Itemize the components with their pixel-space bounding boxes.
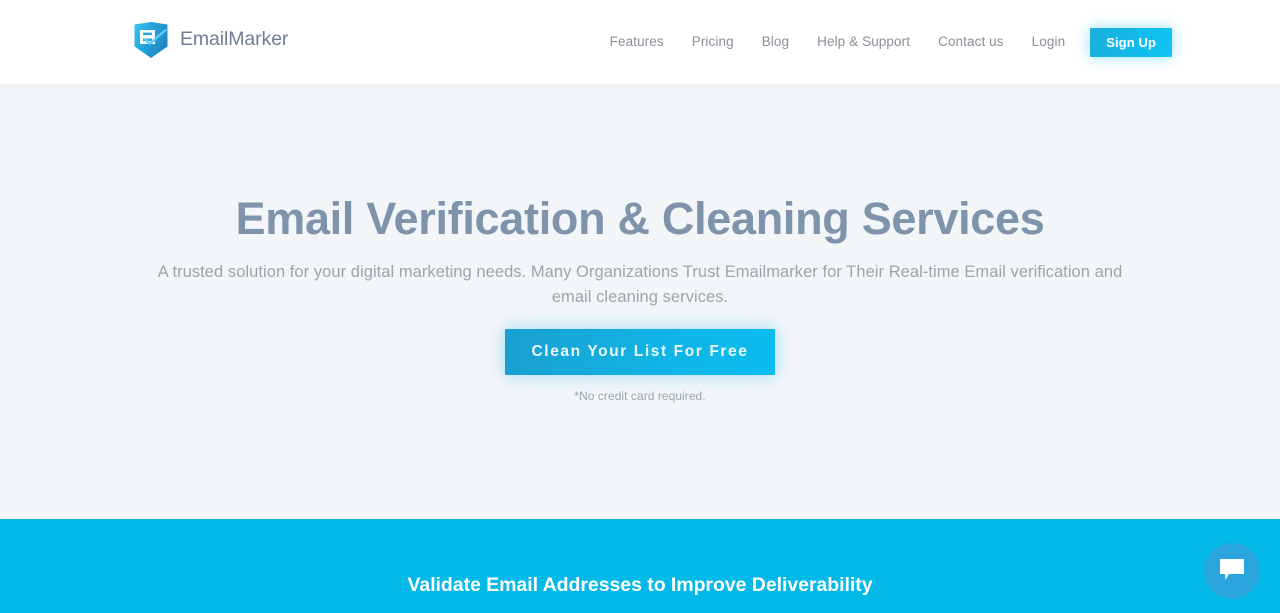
nav-item-help-support[interactable]: Help & Support bbox=[817, 35, 910, 49]
site-header: EmailMarker Features Pricing Blog Help &… bbox=[0, 0, 1280, 84]
hero-subtitle: A trusted solution for your digital mark… bbox=[157, 263, 1123, 306]
chat-widget-button[interactable] bbox=[1204, 543, 1260, 599]
hero-section: Email Verification & Cleaning Services A… bbox=[0, 84, 1280, 519]
sign-up-button[interactable]: Sign Up bbox=[1090, 27, 1172, 57]
deliverability-band: Validate Email Addresses to Improve Deli… bbox=[0, 519, 1280, 613]
band-title: Validate Email Addresses to Improve Deli… bbox=[407, 574, 873, 596]
cta-disclaimer: *No credit card required. bbox=[574, 389, 706, 403]
brand-name: EmailMarker bbox=[180, 27, 289, 50]
clean-your-list-button[interactable]: Clean Your List For Free bbox=[505, 329, 775, 375]
brand-logo-link[interactable]: EmailMarker bbox=[131, 19, 288, 61]
main-navigation: Features Pricing Blog Help & Support Con… bbox=[610, 0, 1280, 84]
hero-cta-group: Clean Your List For Free *No credit card… bbox=[0, 329, 1280, 402]
shield-check-logo-icon bbox=[131, 19, 171, 61]
nav-item-pricing[interactable]: Pricing bbox=[692, 35, 734, 49]
nav-item-contact-us[interactable]: Contact us bbox=[938, 35, 1004, 49]
nav-item-features[interactable]: Features bbox=[610, 35, 664, 49]
landing-page: EmailMarker Features Pricing Blog Help &… bbox=[0, 0, 1280, 613]
page-title: Email Verification & Cleaning Services bbox=[235, 193, 1045, 244]
nav-item-login[interactable]: Login bbox=[1032, 35, 1066, 49]
chat-bubble-icon bbox=[1218, 557, 1246, 585]
nav-item-blog[interactable]: Blog bbox=[762, 35, 789, 49]
